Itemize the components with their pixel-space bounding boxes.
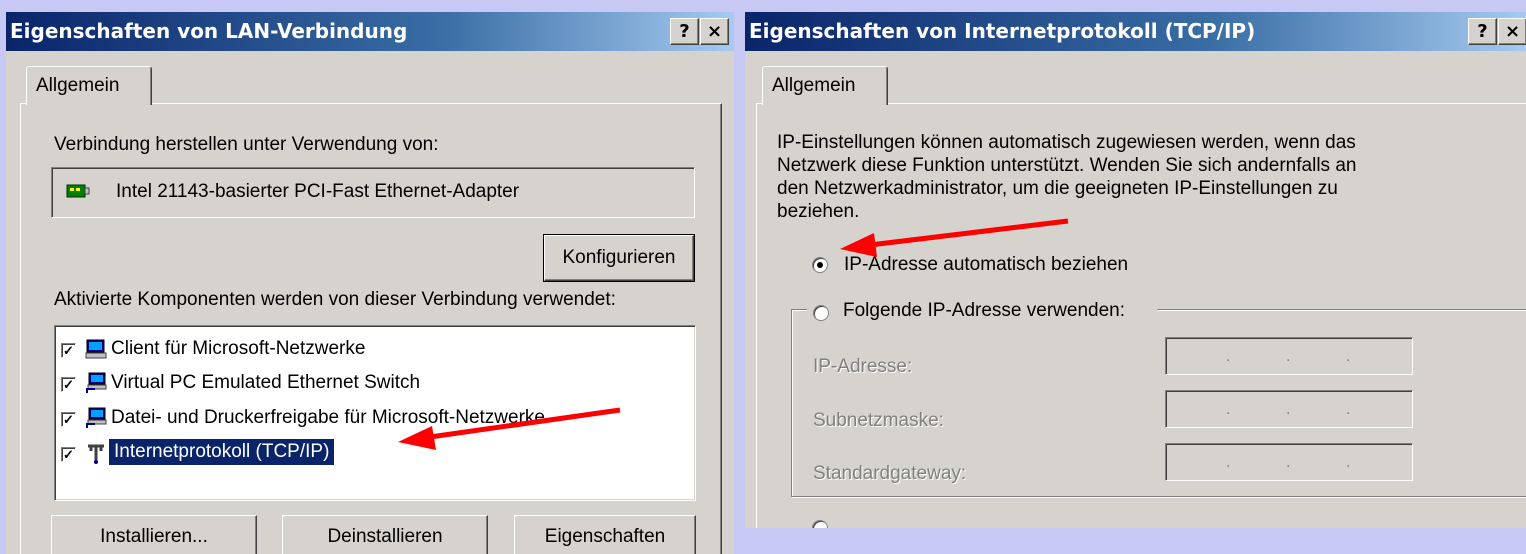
- title-bar[interactable]: Eigenschaften von Internetprotokoll (TCP…: [745, 12, 1526, 51]
- uninstall-button[interactable]: Deinstallieren: [282, 515, 488, 554]
- radio-auto-ip-label[interactable]: IP-Adresse automatisch beziehen: [844, 254, 1128, 276]
- adapter-box: Intel 21143-basierter PCI-Fast Ethernet-…: [51, 167, 695, 218]
- ip-address-input[interactable]: ...: [1165, 337, 1413, 375]
- component-checkbox[interactable]: ✓: [61, 412, 76, 427]
- subnet-mask-label: Subnetzmaske:: [813, 410, 944, 431]
- description-line-3: den Netzwerkadministrator, um die geeign…: [777, 178, 1338, 199]
- subnet-mask-input[interactable]: ...: [1165, 390, 1413, 428]
- components-list[interactable]: ✓ Client für Microsoft-Netzwerke ✓ Virtu…: [54, 325, 696, 501]
- tab-label: Allgemein: [772, 75, 856, 96]
- default-gateway-input[interactable]: ...: [1165, 443, 1413, 481]
- properties-button[interactable]: Eigenschaften: [514, 515, 696, 554]
- radio-dot: [817, 262, 823, 268]
- network-adapter-icon: [66, 182, 90, 206]
- network-service-icon: [85, 407, 107, 429]
- component-checkbox[interactable]: ✓: [61, 447, 76, 462]
- adapter-name: Intel 21143-basierter PCI-Fast Ethernet-…: [116, 181, 520, 202]
- tab-label: Allgemein: [36, 75, 120, 96]
- components-label: Aktivierte Komponenten werden von dieser…: [54, 289, 616, 310]
- radio-auto-ip[interactable]: [812, 257, 828, 273]
- component-label: Datei- und Druckerfreigabe für Microsoft…: [111, 407, 545, 428]
- radio-manual-ip[interactable]: [813, 305, 829, 321]
- protocol-icon: [85, 442, 107, 464]
- dialog-title: Eigenschaften von Internetprotokoll (TCP…: [749, 19, 1256, 43]
- description-line-4: beziehen.: [777, 201, 860, 222]
- description-line-1: IP-Einstellungen können automatisch zuge…: [777, 132, 1356, 153]
- install-button[interactable]: Installieren...: [51, 515, 257, 554]
- groupbox-caption: Folgende IP-Adresse verwenden:: [807, 296, 1157, 324]
- lan-connection-properties-dialog: Eigenschaften von LAN-Verbindung ? × All…: [6, 12, 734, 554]
- component-checkbox[interactable]: ✓: [61, 343, 76, 358]
- tab-general[interactable]: Allgemein: [762, 66, 888, 105]
- close-button[interactable]: ×: [1498, 18, 1526, 45]
- tab-general[interactable]: Allgemein: [26, 66, 152, 105]
- tcpip-properties-dialog: Eigenschaften von Internetprotokoll (TCP…: [745, 12, 1526, 528]
- help-button[interactable]: ?: [670, 18, 699, 45]
- dialog-title: Eigenschaften von LAN-Verbindung: [10, 19, 408, 43]
- configure-button[interactable]: Konfigurieren: [543, 234, 695, 282]
- title-bar[interactable]: Eigenschaften von LAN-Verbindung ? ×: [6, 12, 734, 51]
- component-checkbox[interactable]: ✓: [61, 377, 76, 392]
- description-line-2: Netzwerk diese Funktion unterstützt. Wen…: [777, 155, 1357, 176]
- default-gateway-label: Standardgateway:: [813, 463, 967, 484]
- component-label: Client für Microsoft-Netzwerke: [111, 338, 366, 359]
- close-button[interactable]: ×: [700, 18, 729, 45]
- network-service-icon: [85, 372, 107, 394]
- network-computer-icon: [85, 338, 107, 360]
- radio-manual-ip-label[interactable]: Folgende IP-Adresse verwenden:: [843, 300, 1125, 322]
- component-label-selected: Internetprotokoll (TCP/IP): [107, 438, 336, 466]
- help-button[interactable]: ?: [1468, 18, 1497, 45]
- ip-address-label: IP-Adresse:: [813, 356, 913, 377]
- connect-using-label: Verbindung herstellen unter Verwendung v…: [54, 134, 439, 155]
- component-label: Virtual PC Emulated Ethernet Switch: [111, 372, 421, 393]
